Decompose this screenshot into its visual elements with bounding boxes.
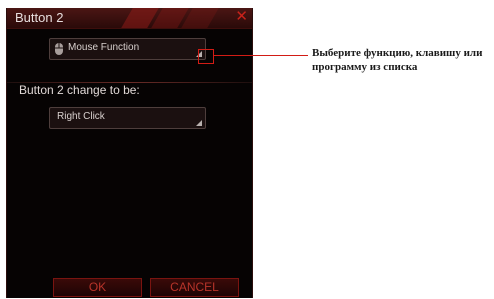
function-select[interactable]: Mouse Function [49, 38, 206, 60]
function-select-value: Mouse Function [68, 42, 140, 53]
mouse-icon [55, 43, 63, 55]
change-select[interactable]: Right Click [49, 107, 206, 129]
callout-line [213, 55, 308, 56]
chevron-down-icon[interactable] [196, 120, 202, 126]
change-select-value: Right Click [57, 111, 105, 122]
window-title: Button 2 [15, 10, 64, 25]
close-icon[interactable]: ✕ [235, 9, 248, 25]
ok-button[interactable]: OK [53, 278, 142, 297]
button-settings-dialog: Button 2 ✕ Mouse Function Button 2 chang… [6, 8, 253, 298]
change-label: Button 2 change to be: [19, 83, 140, 97]
title-bar: Button 2 ✕ [7, 8, 252, 29]
callout-highlight [198, 49, 214, 64]
cancel-button[interactable]: CANCEL [150, 278, 239, 297]
callout-text: Выберите функцию, клавишу или программу … [312, 47, 483, 73]
